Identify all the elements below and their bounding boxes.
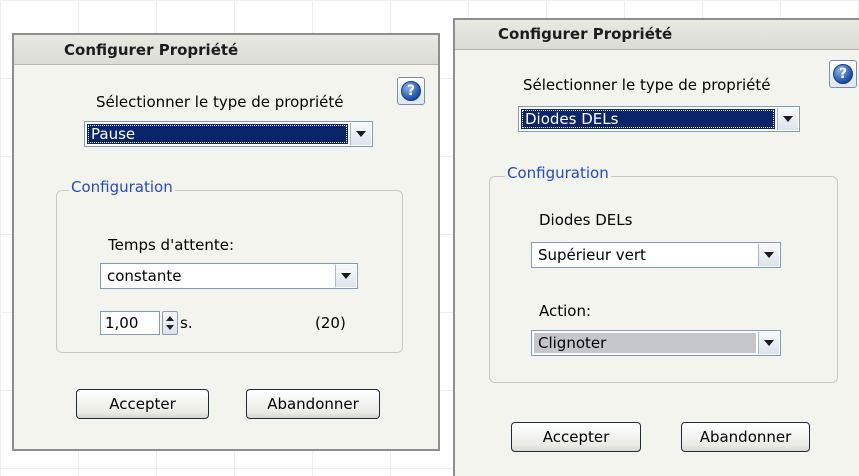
property-type-select[interactable]: Pause (84, 121, 373, 147)
left-dialog-title: Configurer Propriété (14, 35, 438, 65)
property-type-value: Pause (87, 124, 348, 144)
wait-time-label: Temps d'attente: (108, 236, 235, 254)
help-button[interactable]: ? (397, 77, 425, 105)
spin-up-icon[interactable] (166, 316, 174, 321)
led-value: Supérieur vert (538, 246, 646, 264)
action-select[interactable]: Clignoter (531, 330, 781, 356)
chevron-down-icon[interactable] (758, 244, 779, 266)
chevron-down-icon[interactable] (758, 332, 779, 354)
left-dialog: Configurer Propriété ? Sélectionner le t… (12, 33, 440, 451)
help-icon: ? (833, 64, 853, 84)
chevron-down-icon[interactable] (350, 123, 371, 145)
cancel-button[interactable]: Abandonner (246, 389, 380, 419)
wait-mode-select[interactable]: constante (100, 263, 358, 289)
time-spinner[interactable] (162, 311, 178, 335)
help-button[interactable]: ? (829, 60, 857, 88)
wait-mode-value: constante (107, 267, 182, 285)
property-type-label: Sélectionner le type de propriété (96, 93, 344, 111)
right-dialog: Configurer Propriété ? Sélectionner le t… (453, 18, 859, 476)
chevron-down-icon[interactable] (777, 108, 798, 130)
accept-button[interactable]: Accepter (76, 389, 209, 419)
action-value: Clignoter (534, 333, 756, 353)
help-icon: ? (401, 81, 421, 101)
action-label: Action: (539, 302, 592, 320)
property-type-label: Sélectionner le type de propriété (523, 76, 771, 94)
spin-down-icon[interactable] (166, 325, 174, 330)
cancel-button[interactable]: Abandonner (681, 422, 810, 452)
led-select[interactable]: Supérieur vert (531, 242, 781, 268)
configuration-group-title: Configuration (69, 178, 175, 196)
accept-button[interactable]: Accepter (511, 422, 641, 452)
right-dialog-title: Configurer Propriété (455, 20, 859, 50)
time-value-input[interactable]: 1,00 (100, 311, 160, 335)
count-label: (20) (315, 314, 346, 332)
chevron-down-icon[interactable] (335, 265, 356, 287)
time-unit-label: s. (180, 314, 193, 332)
property-type-value: Diodes DELs (521, 109, 775, 129)
led-label: Diodes DELs (539, 211, 633, 229)
configuration-group-title: Configuration (505, 164, 611, 182)
property-type-select[interactable]: Diodes DELs (518, 106, 800, 132)
